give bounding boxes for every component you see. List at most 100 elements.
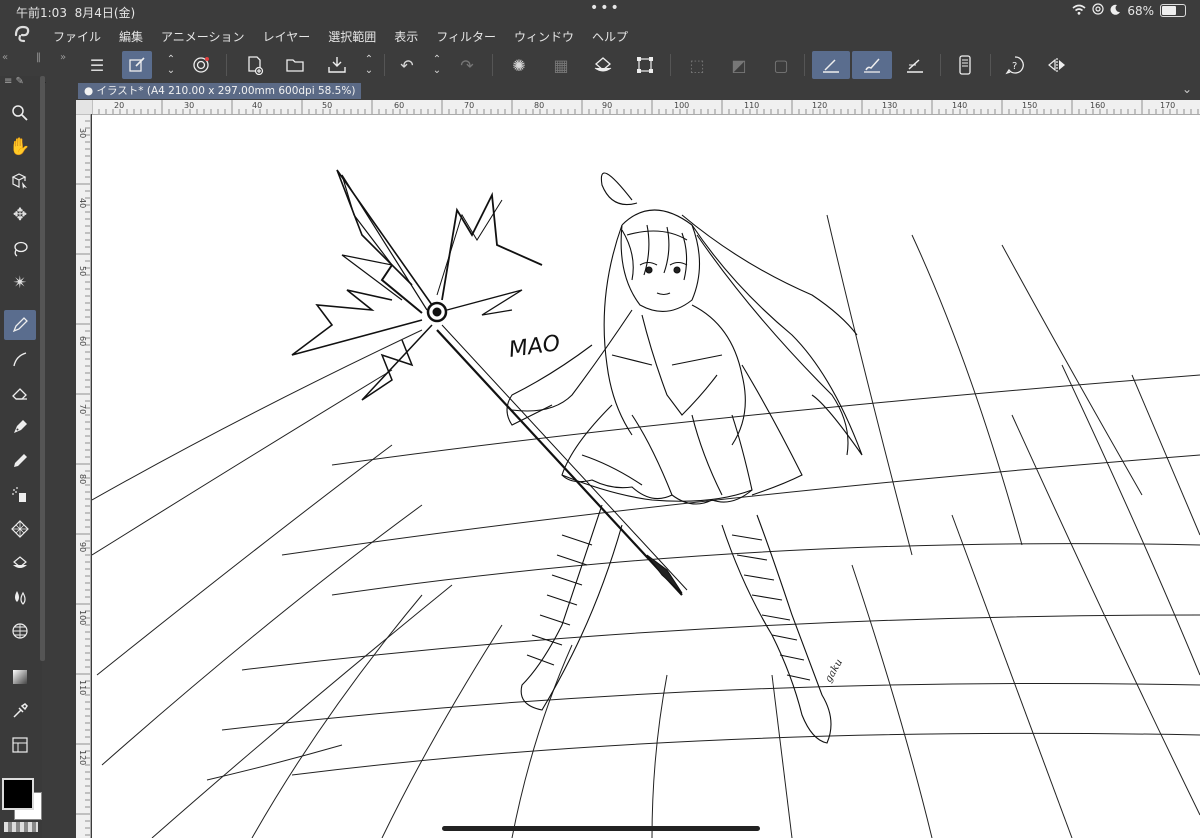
sketch-artwork: MAO gaku bbox=[92, 169, 1200, 838]
undo-icon[interactable]: ↶ bbox=[392, 51, 422, 79]
fill-icon[interactable] bbox=[588, 51, 618, 79]
ruler-label: 100 bbox=[78, 610, 87, 626]
menu-filter[interactable]: フィルター bbox=[427, 28, 505, 45]
wifi-icon bbox=[1072, 4, 1086, 18]
up-down-arrows-icon[interactable]: ⌃ ⌄ bbox=[164, 51, 178, 79]
status-bar: 午前1:03 8月4日(金) ••• 68% bbox=[0, 0, 1200, 24]
gradient-icon[interactable] bbox=[4, 662, 36, 692]
object-icon[interactable] bbox=[4, 166, 36, 196]
device-icon[interactable] bbox=[950, 51, 980, 79]
menu-file[interactable]: ファイル bbox=[44, 28, 110, 45]
ruler-label: 160 bbox=[1090, 101, 1106, 110]
menu-edit[interactable]: 編集 bbox=[110, 28, 152, 45]
menu-icon[interactable]: ☰ bbox=[82, 51, 112, 79]
stabilizer-pen-icon[interactable] bbox=[812, 51, 850, 79]
save-icon[interactable] bbox=[322, 51, 352, 79]
menu-help[interactable]: ヘルプ bbox=[583, 28, 637, 45]
ruler-label: 60 bbox=[78, 336, 87, 347]
tool-palette-header: ≡ ✎ bbox=[4, 76, 24, 87]
pencil-icon[interactable] bbox=[4, 446, 36, 476]
ruler-label: 80 bbox=[78, 474, 87, 485]
vertical-ruler: 30 40 50 60 70 80 90 100 110 120 bbox=[76, 114, 91, 838]
redo-icon[interactable]: ↷ bbox=[452, 51, 482, 79]
ruler-label: 60 bbox=[394, 101, 405, 110]
menu-selection[interactable]: 選択範囲 bbox=[319, 28, 385, 45]
eraser-icon[interactable] bbox=[4, 378, 36, 408]
fill-bucket-icon[interactable] bbox=[4, 548, 36, 578]
character-figure bbox=[506, 172, 863, 744]
menu-window[interactable]: ウィンドウ bbox=[505, 28, 583, 45]
battery-text: 68% bbox=[1127, 3, 1154, 18]
help-icon[interactable]: ? bbox=[1000, 51, 1030, 79]
toolbar-divider bbox=[492, 54, 493, 76]
up-down-arrows-icon[interactable]: ⌃ ⌄ bbox=[430, 51, 444, 79]
panel-grip-icon[interactable]: ‖ bbox=[36, 52, 41, 63]
horizontal-ruler: 20 30 40 50 60 70 80 90 100 110 120 130 … bbox=[92, 100, 1200, 115]
ruler-label: 20 bbox=[114, 101, 125, 110]
menu-layer[interactable]: レイヤー bbox=[254, 28, 320, 45]
at-icon bbox=[1092, 3, 1104, 18]
menu-view[interactable]: 表示 bbox=[385, 28, 427, 45]
selection-border-icon[interactable]: ▢ bbox=[766, 51, 796, 79]
toolbar-divider bbox=[670, 54, 671, 76]
app-logo-icon[interactable] bbox=[186, 51, 216, 79]
ruler-label: 40 bbox=[78, 198, 87, 209]
clear-icon[interactable]: ▦ bbox=[546, 51, 576, 79]
toolbar-divider bbox=[226, 54, 227, 76]
stabilizer-brush-icon[interactable] bbox=[852, 51, 892, 79]
new-canvas-icon[interactable] bbox=[240, 51, 270, 79]
ruler-corner bbox=[76, 100, 92, 114]
menu-bar: ファイル 編集 アニメーション レイヤー 選択範囲 表示 フィルター ウィンドウ… bbox=[0, 24, 1200, 48]
loading-icon[interactable]: ✺ bbox=[504, 51, 534, 79]
document-tab[interactable]: ● イラスト* (A4 210.00 x 297.00mm 600dpi 58.… bbox=[78, 83, 362, 99]
drawing-canvas[interactable]: MAO gaku bbox=[92, 115, 1200, 838]
ruler-label: 110 bbox=[78, 680, 87, 696]
transparent-color-swatch[interactable] bbox=[4, 822, 38, 832]
deselect-icon[interactable]: ⬚ bbox=[682, 51, 712, 79]
multitask-dots-icon[interactable]: ••• bbox=[590, 0, 621, 16]
ruler-label: 30 bbox=[78, 128, 87, 139]
up-down-arrows-icon[interactable]: ⌃ ⌄ bbox=[362, 51, 376, 79]
expand-right-icon[interactable]: » bbox=[60, 52, 66, 63]
decoration-icon[interactable] bbox=[4, 514, 36, 544]
main-color-swatch[interactable] bbox=[2, 778, 34, 810]
open-folder-icon[interactable] bbox=[281, 51, 311, 79]
chevron-down-icon[interactable]: ⌄ bbox=[1182, 82, 1192, 96]
pen-nib-icon[interactable] bbox=[4, 412, 36, 442]
curve-icon[interactable] bbox=[4, 344, 36, 374]
zoom-icon[interactable] bbox=[4, 98, 36, 128]
magic-wand-icon[interactable]: ✴ bbox=[4, 268, 36, 298]
battery-fill bbox=[1162, 6, 1176, 15]
edit-mode-icon[interactable] bbox=[122, 51, 152, 79]
tool-palette: ≡ ✎ ✋ ✥ ✴ bbox=[0, 76, 42, 838]
blend-icon[interactable] bbox=[4, 582, 36, 612]
pen-icon[interactable] bbox=[4, 310, 36, 340]
ruler-label: 90 bbox=[78, 542, 87, 553]
ruler-label: 40 bbox=[252, 101, 263, 110]
airbrush-icon[interactable] bbox=[4, 480, 36, 510]
transform-icon[interactable] bbox=[630, 51, 660, 79]
battery-icon bbox=[1160, 4, 1186, 17]
home-indicator[interactable] bbox=[442, 826, 760, 831]
ruler-label: 90 bbox=[602, 101, 613, 110]
app-logo-icon[interactable] bbox=[0, 25, 44, 47]
ruler-label: 70 bbox=[78, 404, 87, 415]
move-icon[interactable]: ✥ bbox=[4, 200, 36, 230]
sub-tool-strip bbox=[46, 82, 76, 838]
lasso-icon[interactable] bbox=[4, 234, 36, 264]
hand-icon[interactable]: ✋ bbox=[4, 132, 36, 162]
ruler-label: 80 bbox=[534, 101, 545, 110]
invert-icon[interactable]: ◩ bbox=[724, 51, 754, 79]
layer-property-icon[interactable] bbox=[4, 730, 36, 760]
moon-icon bbox=[1110, 4, 1121, 18]
menu-animation[interactable]: アニメーション bbox=[152, 28, 254, 45]
tool-palette-scrollbar[interactable] bbox=[40, 76, 45, 661]
ruler-label: 50 bbox=[322, 101, 333, 110]
ruler-label: 30 bbox=[184, 101, 195, 110]
ruler-pen-icon[interactable] bbox=[900, 51, 930, 79]
ruler-label: 120 bbox=[78, 750, 87, 766]
collapse-left-icon[interactable]: « bbox=[2, 52, 8, 63]
flip-icon[interactable] bbox=[1042, 51, 1072, 79]
eyedropper-icon[interactable] bbox=[4, 696, 36, 726]
grid-icon[interactable] bbox=[4, 616, 36, 646]
